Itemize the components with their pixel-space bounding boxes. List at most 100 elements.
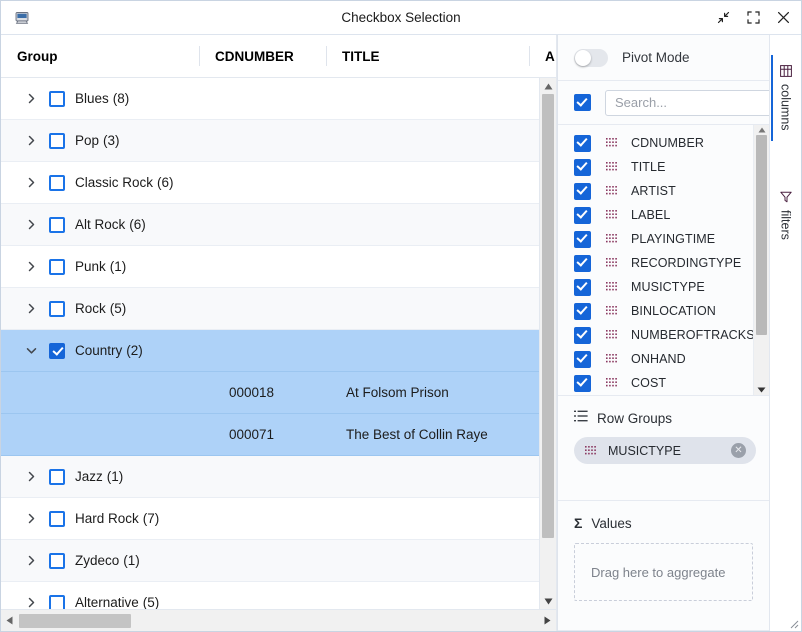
row-group-chip[interactable]: MUSICTYPE ✕ xyxy=(574,437,756,464)
table-row[interactable]: Hard Rock (7) xyxy=(1,498,539,540)
row-checkbox[interactable] xyxy=(49,468,65,485)
table-row[interactable]: Jazz (1) xyxy=(1,456,539,498)
column-checkbox[interactable] xyxy=(574,254,591,272)
column-toggle-item[interactable]: LABEL xyxy=(574,203,753,227)
chevron-right-icon[interactable] xyxy=(21,215,41,235)
tab-filters[interactable]: filters xyxy=(771,181,801,250)
close-x-icon[interactable] xyxy=(773,8,793,28)
chevron-right-icon[interactable] xyxy=(21,173,41,193)
column-checkbox[interactable] xyxy=(574,182,591,200)
drag-handle-icon[interactable] xyxy=(606,230,618,248)
columns-scroll-up-icon[interactable] xyxy=(754,125,769,135)
columns-list-scrollbar[interactable] xyxy=(753,125,769,395)
column-checkbox[interactable] xyxy=(574,350,591,368)
drag-handle-icon[interactable] xyxy=(606,374,618,392)
table-row[interactable]: Rock (5) xyxy=(1,288,539,330)
drag-handle-icon[interactable] xyxy=(606,134,618,152)
column-header-cdnumber[interactable]: CDNUMBER xyxy=(199,35,326,77)
row-checkbox[interactable] xyxy=(49,300,65,317)
row-checkbox[interactable] xyxy=(49,594,65,609)
group-cell: Alternative (5) xyxy=(1,593,199,610)
table-row[interactable]: Pop (3) xyxy=(1,120,539,162)
column-toggle-item[interactable]: BINLOCATION xyxy=(574,299,753,323)
table-row[interactable]: Alternative (5) xyxy=(1,582,539,609)
scroll-up-icon[interactable] xyxy=(540,78,556,94)
grid-horizontal-scrollbar[interactable] xyxy=(1,609,556,631)
column-toggle-item[interactable]: ONHAND xyxy=(574,347,753,371)
column-checkbox[interactable] xyxy=(574,158,591,176)
table-row[interactable]: Classic Rock (6) xyxy=(1,162,539,204)
remove-row-group-icon[interactable]: ✕ xyxy=(731,443,746,458)
table-row-selected[interactable]: Country (2) xyxy=(1,330,539,372)
chevron-right-icon[interactable] xyxy=(21,467,41,487)
scrollbar-thumb-horizontal[interactable] xyxy=(19,614,131,628)
drag-handle-icon[interactable] xyxy=(585,442,596,460)
column-toggle-item[interactable]: ARTIST xyxy=(574,179,753,203)
column-checkbox[interactable] xyxy=(574,206,591,224)
row-checkbox[interactable] xyxy=(49,510,65,527)
column-checkbox[interactable] xyxy=(574,302,591,320)
chevron-right-icon[interactable] xyxy=(21,257,41,277)
scroll-left-icon[interactable] xyxy=(1,610,18,631)
table-row[interactable]: Punk (1) xyxy=(1,246,539,288)
column-checkbox[interactable] xyxy=(574,326,591,344)
table-row[interactable]: Zydeco (1) xyxy=(1,540,539,582)
drag-handle-icon[interactable] xyxy=(606,326,618,344)
resize-grip[interactable] xyxy=(786,616,799,629)
column-header-title[interactable]: TITLE xyxy=(326,35,529,77)
row-checkbox[interactable] xyxy=(49,552,65,569)
column-toggle-item[interactable]: TITLE xyxy=(574,155,753,179)
drag-handle-icon[interactable] xyxy=(606,206,618,224)
column-toggle-item[interactable]: RECORDINGTYPE xyxy=(574,251,753,275)
column-header-group[interactable]: Group xyxy=(1,35,199,77)
select-all-columns-checkbox[interactable] xyxy=(574,94,591,111)
drag-handle-icon[interactable] xyxy=(606,350,618,368)
column-name: ARTIST xyxy=(631,184,676,198)
chevron-down-icon[interactable] xyxy=(21,341,41,361)
table-row[interactable]: Alt Rock (6) xyxy=(1,204,539,246)
collapse-arrows-icon[interactable] xyxy=(713,8,733,28)
grid-vertical-scrollbar[interactable] xyxy=(539,78,556,609)
column-checkbox[interactable] xyxy=(574,278,591,296)
chevron-right-icon[interactable] xyxy=(21,509,41,529)
column-checkbox[interactable] xyxy=(574,374,591,392)
drag-handle-icon[interactable] xyxy=(606,278,618,296)
maximize-brackets-icon[interactable] xyxy=(743,8,763,28)
row-checkbox[interactable] xyxy=(49,132,65,149)
chevron-right-icon[interactable] xyxy=(21,131,41,151)
chevron-right-icon[interactable] xyxy=(21,299,41,319)
scrollbar-thumb-vertical[interactable] xyxy=(542,94,554,538)
column-toggle-item[interactable]: NUMBEROFTRACKS xyxy=(574,323,753,347)
drag-handle-icon[interactable] xyxy=(606,182,618,200)
column-toggle-item[interactable]: COST xyxy=(574,371,753,395)
column-toggle-item[interactable]: CDNUMBER xyxy=(574,131,753,155)
chevron-right-icon[interactable] xyxy=(21,593,41,610)
values-drop-zone[interactable]: Drag here to aggregate xyxy=(574,543,753,601)
pivot-mode-toggle[interactable] xyxy=(574,48,608,67)
column-name: LABEL xyxy=(631,208,671,222)
scrollbar-thumb-columns[interactable] xyxy=(756,135,767,335)
table-row[interactable]: Blues (8) xyxy=(1,78,539,120)
column-checkbox[interactable] xyxy=(574,230,591,248)
tab-columns[interactable]: columns xyxy=(770,55,801,141)
scroll-right-icon[interactable] xyxy=(539,610,556,631)
row-checkbox[interactable] xyxy=(49,216,65,233)
table-row-selected[interactable]: 000018 At Folsom Prison xyxy=(1,372,539,414)
drag-handle-icon[interactable] xyxy=(606,254,618,272)
row-groups-header: Row Groups xyxy=(574,410,753,426)
chevron-right-icon[interactable] xyxy=(21,89,41,109)
column-toggle-item[interactable]: PLAYINGTIME xyxy=(574,227,753,251)
row-checkbox[interactable] xyxy=(49,258,65,275)
column-name: MUSICTYPE xyxy=(631,280,705,294)
columns-scroll-down-icon[interactable] xyxy=(754,387,769,393)
column-checkbox[interactable] xyxy=(574,134,591,152)
drag-handle-icon[interactable] xyxy=(606,158,618,176)
chevron-right-icon[interactable] xyxy=(21,551,41,571)
table-row-selected[interactable]: 000071 The Best of Collin Raye xyxy=(1,414,539,456)
row-checkbox[interactable] xyxy=(49,342,65,359)
row-checkbox[interactable] xyxy=(49,174,65,191)
drag-handle-icon[interactable] xyxy=(606,302,618,320)
row-checkbox[interactable] xyxy=(49,90,65,107)
column-toggle-item[interactable]: MUSICTYPE xyxy=(574,275,753,299)
scroll-down-icon[interactable] xyxy=(540,593,556,609)
